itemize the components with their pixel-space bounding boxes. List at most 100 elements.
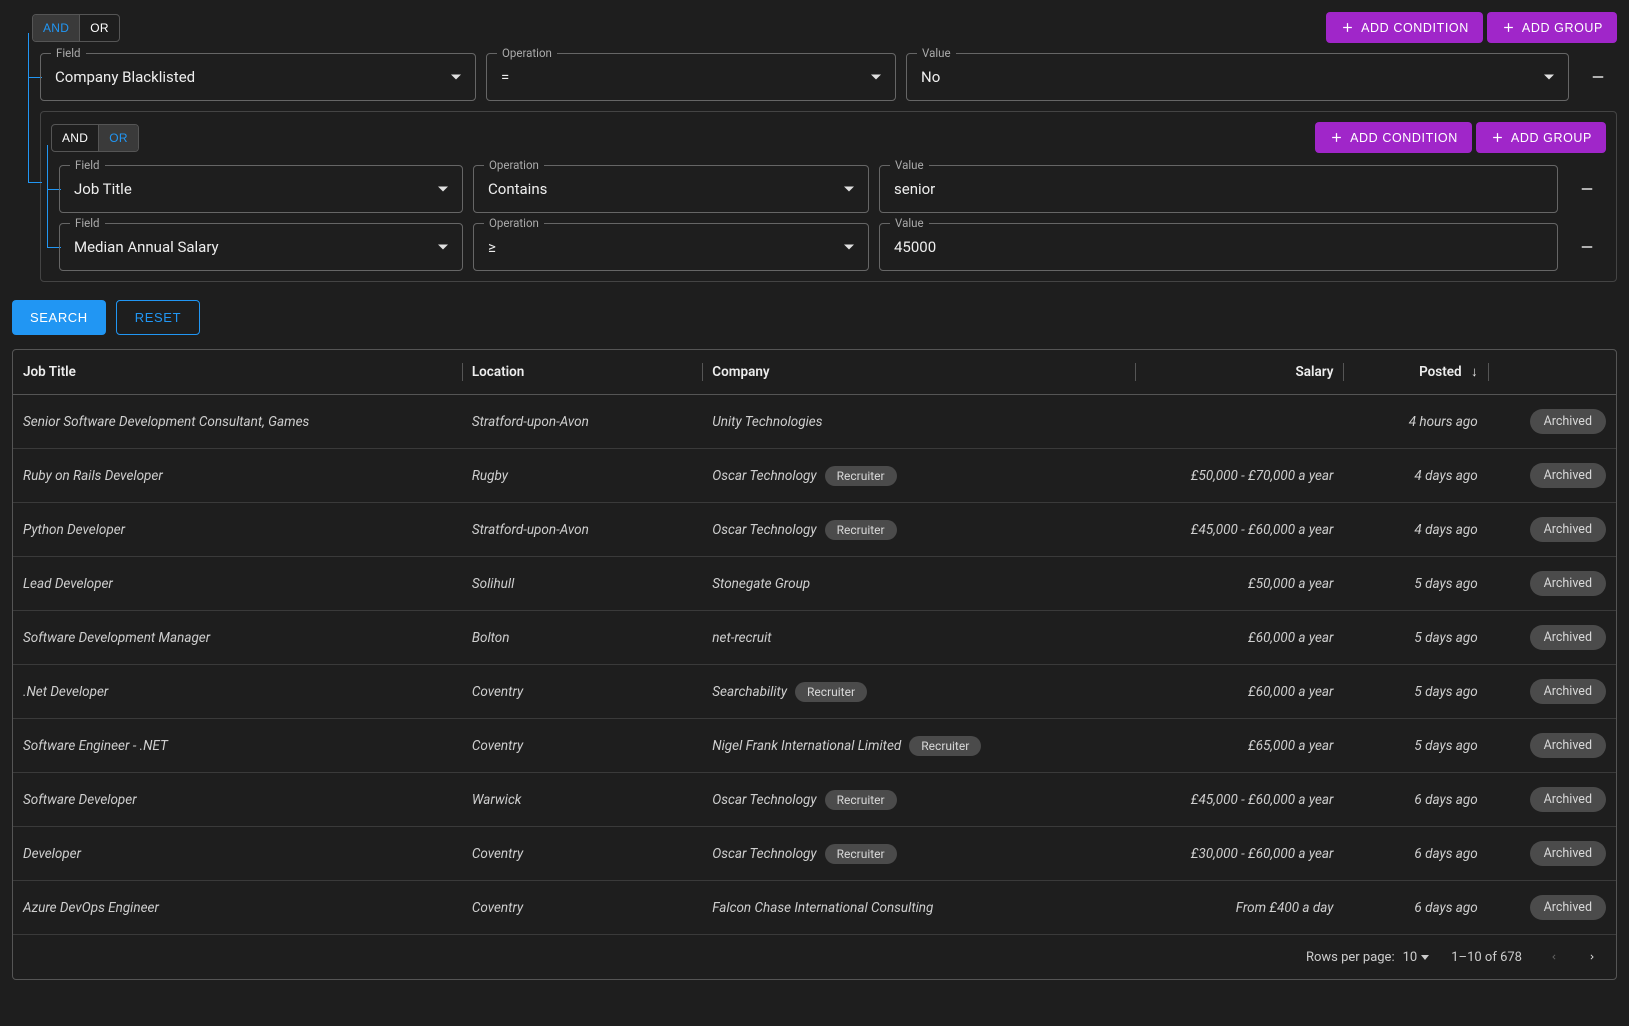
plus-icon: [1329, 130, 1344, 145]
cell-job-title: Software Engineer - .NET: [13, 719, 462, 773]
cell-posted: 5 days ago: [1343, 557, 1487, 611]
cell-salary: £65,000 a year: [1135, 719, 1343, 773]
recruiter-chip: Recruiter: [825, 844, 897, 864]
next-page-button[interactable]: [1582, 947, 1602, 967]
archived-badge: Archived: [1530, 409, 1606, 434]
field-select[interactable]: Field Company Blacklisted: [40, 53, 476, 101]
col-status: [1488, 350, 1616, 395]
col-posted[interactable]: Posted ↓: [1343, 350, 1487, 395]
cell-job-title: Ruby on Rails Developer: [13, 449, 462, 503]
cell-salary: £50,000 a year: [1135, 557, 1343, 611]
table-row[interactable]: Azure DevOps EngineerCoventryFalcon Chas…: [13, 881, 1616, 935]
root-add-condition-label: ADD CONDITION: [1361, 21, 1469, 35]
cell-posted: 4 days ago: [1343, 503, 1487, 557]
cell-salary: £30,000 - £60,000 a year: [1135, 827, 1343, 881]
value-number-input[interactable]: Value 45000: [879, 223, 1558, 271]
delete-condition-button[interactable]: [1579, 53, 1617, 101]
col-salary[interactable]: Salary: [1135, 350, 1343, 395]
cell-salary: From £400 a day: [1135, 881, 1343, 935]
nested-add-condition-button[interactable]: ADD CONDITION: [1315, 122, 1472, 153]
archived-badge: Archived: [1530, 625, 1606, 650]
reset-button[interactable]: RESET: [116, 300, 200, 335]
search-button[interactable]: SEARCH: [12, 300, 106, 335]
minus-icon: [1589, 68, 1607, 86]
field-label: Field: [51, 46, 86, 60]
cell-location: Bolton: [462, 611, 702, 665]
page-range: 1–10 of 678: [1451, 950, 1522, 965]
operation-select[interactable]: Operation ≥: [473, 223, 869, 271]
cell-job-title: Lead Developer: [13, 557, 462, 611]
value-input[interactable]: Value senior: [879, 165, 1558, 213]
cell-status: Archived: [1488, 773, 1616, 827]
rows-per-page-select[interactable]: 10: [1403, 950, 1430, 965]
nested-logic-or[interactable]: OR: [99, 125, 138, 151]
cell-posted: 5 days ago: [1343, 611, 1487, 665]
cell-posted: 4 days ago: [1343, 449, 1487, 503]
value-select[interactable]: Value No: [906, 53, 1569, 101]
cell-job-title: Azure DevOps Engineer: [13, 881, 462, 935]
table-row[interactable]: DeveloperCoventryOscar TechnologyRecruit…: [13, 827, 1616, 881]
col-company[interactable]: Company: [702, 350, 1135, 395]
table-row[interactable]: .Net DeveloperCoventrySearchabilityRecru…: [13, 665, 1616, 719]
field-select[interactable]: Field Median Annual Salary: [59, 223, 463, 271]
cell-status: Archived: [1488, 449, 1616, 503]
delete-condition-button[interactable]: [1568, 223, 1606, 271]
table-row[interactable]: Lead DeveloperSolihullStonegate Group£50…: [13, 557, 1616, 611]
root-logic-or[interactable]: OR: [80, 15, 119, 41]
root-group-header: AND OR ADD CONDITION ADD GROUP: [32, 12, 1617, 43]
archived-badge: Archived: [1530, 733, 1606, 758]
table-row[interactable]: Software DeveloperWarwickOscar Technolog…: [13, 773, 1616, 827]
action-row: SEARCH RESET: [12, 300, 1617, 335]
cell-status: Archived: [1488, 827, 1616, 881]
operation-select[interactable]: Operation =: [486, 53, 896, 101]
col-job-title[interactable]: Job Title: [13, 350, 462, 395]
root-logic-and[interactable]: AND: [33, 15, 79, 41]
cell-location: Coventry: [462, 881, 702, 935]
root-conditions: Field Company Blacklisted Operation = Va…: [32, 53, 1617, 282]
op-value: ≥: [488, 238, 496, 256]
cell-company: net-recruit: [702, 611, 1135, 665]
cell-salary: £45,000 - £60,000 a year: [1135, 503, 1343, 557]
results-table: Job Title Location Company Salary Posted…: [12, 349, 1617, 980]
cell-company: SearchabilityRecruiter: [702, 665, 1135, 719]
cell-location: Stratford-upon-Avon: [462, 503, 702, 557]
root-add-group-button[interactable]: ADD GROUP: [1487, 12, 1617, 43]
nested-add-group-button[interactable]: ADD GROUP: [1476, 122, 1606, 153]
chevron-right-icon: [1587, 950, 1597, 964]
nested-logic-and[interactable]: AND: [52, 125, 98, 151]
root-add-condition-button[interactable]: ADD CONDITION: [1326, 12, 1483, 43]
cell-posted: 4 hours ago: [1343, 395, 1487, 449]
archived-badge: Archived: [1530, 463, 1606, 488]
cell-location: Stratford-upon-Avon: [462, 395, 702, 449]
col-location[interactable]: Location: [462, 350, 702, 395]
cell-company: Oscar TechnologyRecruiter: [702, 773, 1135, 827]
query-root-group: AND OR ADD CONDITION ADD GROUP Field Com…: [12, 12, 1617, 282]
field-select[interactable]: Field Job Title: [59, 165, 463, 213]
archived-badge: Archived: [1530, 787, 1606, 812]
nested-logic-toggle: AND OR: [51, 124, 139, 152]
archived-badge: Archived: [1530, 571, 1606, 596]
cell-company: Falcon Chase International Consulting: [702, 881, 1135, 935]
archived-badge: Archived: [1530, 895, 1606, 920]
cell-location: Solihull: [462, 557, 702, 611]
cell-location: Coventry: [462, 827, 702, 881]
prev-page-button[interactable]: [1544, 947, 1564, 967]
root-add-group-label: ADD GROUP: [1522, 21, 1603, 35]
recruiter-chip: Recruiter: [825, 790, 897, 810]
table-row[interactable]: Python DeveloperStratford-upon-AvonOscar…: [13, 503, 1616, 557]
table-row[interactable]: Senior Software Development Consultant, …: [13, 395, 1616, 449]
recruiter-chip: Recruiter: [909, 736, 981, 756]
table-row[interactable]: Software Development ManagerBoltonnet-re…: [13, 611, 1616, 665]
table-row[interactable]: Ruby on Rails DeveloperRugbyOscar Techno…: [13, 449, 1616, 503]
cell-location: Coventry: [462, 665, 702, 719]
operation-select[interactable]: Operation Contains: [473, 165, 869, 213]
table-row[interactable]: Software Engineer - .NETCoventryNigel Fr…: [13, 719, 1616, 773]
nested-add-condition-label: ADD CONDITION: [1350, 131, 1458, 145]
cell-posted: 6 days ago: [1343, 881, 1487, 935]
cell-posted: 6 days ago: [1343, 827, 1487, 881]
op-value: =: [501, 68, 509, 86]
cell-company: Oscar TechnologyRecruiter: [702, 449, 1135, 503]
cell-job-title: Software Developer: [13, 773, 462, 827]
delete-condition-button[interactable]: [1568, 165, 1606, 213]
field-value: Median Annual Salary: [74, 238, 219, 256]
